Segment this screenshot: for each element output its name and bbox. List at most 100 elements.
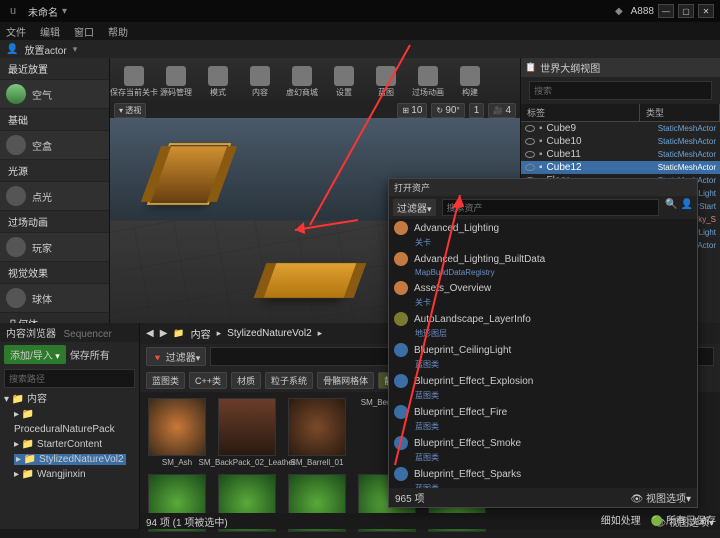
viewport-mode[interactable]: ▾ 透视 [114, 103, 146, 118]
asset-thumbnail [149, 145, 228, 203]
outliner-row[interactable]: ▪Cube11StaticMeshActor [521, 148, 720, 161]
category-4[interactable]: 视觉效果 [0, 262, 109, 284]
outliner-row[interactable]: ▪Cube10StaticMeshActor [521, 135, 720, 148]
popup-asset-row[interactable]: Blueprint_Effect_Explosion [389, 372, 697, 390]
place-actor-label[interactable]: 放置actor [24, 42, 66, 57]
close-button[interactable]: ✕ [698, 4, 714, 18]
popup-asset-row[interactable]: AutoLandscape_LayerInfo [389, 310, 697, 328]
popup-search[interactable] [442, 199, 660, 216]
menu-file[interactable]: 文件 [6, 24, 26, 39]
folder-item[interactable]: ▸ 📁 StylizedNatureVol2 [14, 452, 135, 467]
main-toolbar: 保存当前关卡源码管理模式内容虚幻商城设置蓝图过场动画构建 [110, 58, 520, 102]
toolbar-icon [292, 66, 312, 86]
toolbar-icon [334, 66, 354, 86]
toolbar-button[interactable]: 内容 [240, 62, 280, 102]
asset-type-icon [394, 436, 408, 450]
menu-window[interactable]: 窗口 [74, 24, 94, 39]
popup-asset-row[interactable]: Blueprint_CeilingLight [389, 341, 697, 359]
place-actor-item[interactable]: 空气 [0, 80, 109, 109]
toolbar-icon [376, 66, 396, 86]
category-3[interactable]: 过场动画 [0, 211, 109, 233]
maximize-button[interactable]: ▢ [678, 4, 694, 18]
toolbar-icon [124, 66, 144, 86]
menu-help[interactable]: 帮助 [108, 24, 128, 39]
toolbar-button[interactable]: 源码管理 [156, 62, 196, 102]
place-actor-item[interactable]: 空盒 [0, 131, 109, 160]
toolbar-button[interactable]: 模式 [198, 62, 238, 102]
compile-status[interactable]: 细如处理 [601, 512, 641, 527]
asset-type-icon [394, 221, 408, 235]
asset-thumbnail [148, 398, 206, 456]
sequencer-tab[interactable]: Sequencer [64, 329, 112, 340]
toolbar-button[interactable]: 构建 [450, 62, 490, 102]
folder-item[interactable]: ▸ 📁 ProceduralNaturePack [14, 407, 135, 437]
place-actor-item[interactable]: 点光 [0, 182, 109, 211]
bench-mesh[interactable] [264, 263, 357, 298]
visibility-icon[interactable] [525, 138, 535, 145]
actor-icon [6, 288, 26, 308]
asset-type-icon [394, 405, 408, 419]
filter-chip[interactable]: 粒子系统 [265, 372, 313, 389]
place-actor-item[interactable]: 玩家 [0, 233, 109, 262]
folder-tree: ▾ 📁 内容 ▸ 📁 ProceduralNaturePack▸ 📁 Start… [0, 390, 139, 484]
toolbar-icon [460, 66, 480, 86]
asset-thumbnail [218, 398, 276, 456]
filter-chip[interactable]: 骨骼网格体 [317, 372, 374, 389]
outliner-row[interactable]: ▪Cube12StaticMeshActor [521, 161, 720, 174]
category-0[interactable]: 最近放置 [0, 58, 109, 80]
toolbar-button[interactable]: 虚幻商城 [282, 62, 322, 102]
toolbar-button[interactable]: 过场动画 [408, 62, 448, 102]
outliner-search[interactable]: 搜索 [529, 81, 712, 100]
outliner-row[interactable]: ▪Cube9StaticMeshActor [521, 122, 720, 135]
popup-asset-row[interactable]: Blueprint_Effect_Fire [389, 403, 697, 421]
popup-asset-row[interactable]: Advanced_Lighting [389, 219, 697, 237]
visibility-icon[interactable] [525, 164, 535, 171]
filter-chip[interactable]: C++类 [189, 372, 227, 389]
place-actor-item[interactable]: 球体 [0, 284, 109, 313]
unreal-logo-icon: u [6, 4, 20, 18]
titlebar: u 未命名 ▾ ◆ A888 — ▢ ✕ [0, 0, 720, 22]
snap-translate[interactable]: ⊞ 10 [397, 103, 427, 118]
category-1[interactable]: 基础 [0, 109, 109, 131]
toolbar-button[interactable]: 设置 [324, 62, 364, 102]
user-badge: A888 [631, 6, 654, 17]
popup-asset-row[interactable]: Blueprint_Effect_Sparks [389, 465, 697, 483]
asset-item[interactable]: SM_BackPack_02_Leather [216, 398, 278, 468]
actor-icon [6, 237, 26, 257]
filter-button[interactable]: 🔻 过滤器▾ [146, 347, 206, 366]
save-all-button[interactable]: 保存所有 [70, 347, 110, 362]
asset-type-icon [394, 467, 408, 481]
popup-asset-row[interactable]: Blueprint_Effect_Smoke [389, 434, 697, 452]
visibility-icon[interactable] [525, 125, 535, 132]
category-2[interactable]: 光源 [0, 160, 109, 182]
place-actors-panel: 最近放置空气基础空盒光源点光过场动画玩家视觉效果球体几何体圆柱体积椎体所有类平面 [0, 58, 110, 323]
asset-item[interactable]: SM_Barrell_01 [286, 398, 348, 468]
toolbar-icon [208, 66, 228, 86]
toolbar-button[interactable]: 蓝图 [366, 62, 406, 102]
menubar: 文件 编辑 窗口 帮助 [0, 22, 720, 40]
folder-item[interactable]: ▸ 📁 Wangjinxin [14, 467, 135, 482]
minimize-button[interactable]: — [658, 4, 674, 18]
add-import-button[interactable]: 添加/导入 ▾ [4, 345, 66, 364]
filter-chip[interactable]: 蓝图类 [146, 372, 185, 389]
asset-type-icon [394, 252, 408, 266]
toolbar-button[interactable]: 保存当前关卡 [114, 62, 154, 102]
popup-asset-row[interactable]: Assets_Overview [389, 279, 697, 297]
filter-chip[interactable]: 材质 [231, 372, 261, 389]
asset-type-icon [394, 281, 408, 295]
cb-sources-search[interactable]: 搜索路径 [4, 369, 135, 388]
toolbar-icon [166, 66, 186, 86]
project-title: 未命名 [28, 4, 58, 19]
open-asset-popup: 打开资产 过滤器▾ 🔍 👤 Advanced_Lighting关卡Advance… [388, 178, 698, 508]
asset-thumbnail [288, 398, 346, 456]
modes-bar: 👤 放置actor ▾ [0, 40, 720, 58]
cb-tab[interactable]: 内容浏览器 [6, 329, 56, 340]
folder-item[interactable]: ▸ 📁 StarterContent [14, 437, 135, 452]
visibility-icon[interactable] [525, 151, 535, 158]
popup-filter[interactable]: 过滤器▾ [393, 199, 436, 216]
actor-icon [6, 84, 26, 104]
menu-edit[interactable]: 编辑 [40, 24, 60, 39]
popup-asset-row[interactable]: Advanced_Lighting_BuiltData [389, 250, 697, 268]
asset-type-icon [394, 343, 408, 357]
place-actor-icon: 👤 [6, 44, 18, 55]
